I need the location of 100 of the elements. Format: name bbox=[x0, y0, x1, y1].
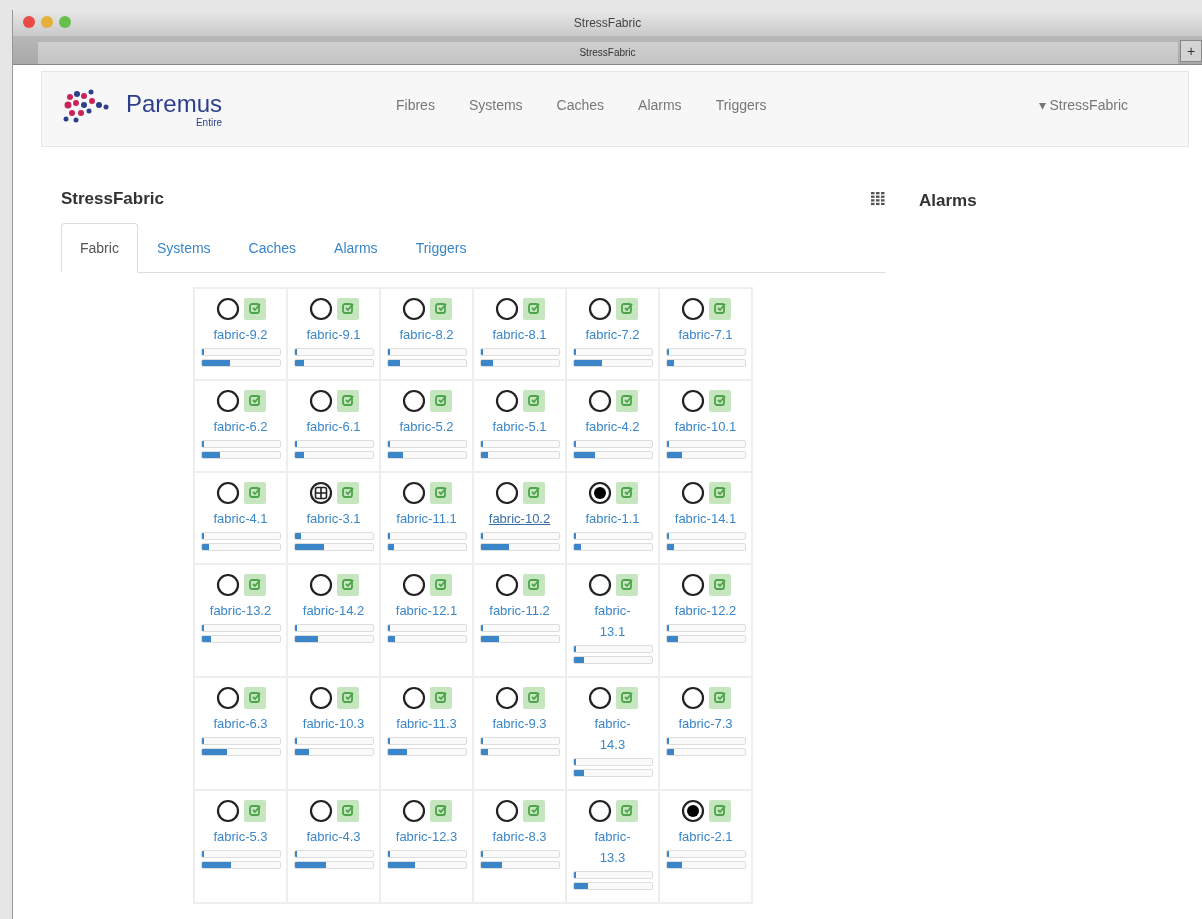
edit-icon[interactable] bbox=[522, 390, 545, 412]
edit-icon[interactable] bbox=[243, 687, 266, 709]
node-link[interactable]: fabric-2.1 bbox=[678, 826, 733, 847]
edit-icon[interactable] bbox=[429, 574, 452, 596]
node-link[interactable]: fabric-13.1 bbox=[583, 600, 642, 642]
edit-icon[interactable] bbox=[522, 574, 545, 596]
node-link[interactable]: fabric-4.2 bbox=[585, 416, 640, 437]
edit-icon[interactable] bbox=[522, 687, 545, 709]
node-link[interactable]: fabric-5.1 bbox=[492, 416, 547, 437]
node-link[interactable]: fabric-1.1 bbox=[585, 508, 640, 529]
node-link[interactable]: fabric-7.2 bbox=[585, 324, 640, 345]
edit-icon[interactable] bbox=[243, 574, 266, 596]
close-icon[interactable] bbox=[23, 16, 35, 28]
zoom-icon[interactable] bbox=[59, 16, 71, 28]
edit-icon[interactable] bbox=[429, 390, 452, 412]
edit-icon[interactable] bbox=[522, 800, 545, 822]
node-link[interactable]: fabric-11.2 bbox=[489, 600, 550, 621]
edit-icon[interactable] bbox=[429, 800, 452, 822]
tab[interactable]: Caches bbox=[229, 223, 316, 273]
node-link[interactable]: fabric-7.3 bbox=[678, 713, 733, 734]
node-link[interactable]: fabric-4.1 bbox=[213, 508, 268, 529]
node-link[interactable]: fabric-11.3 bbox=[396, 713, 457, 734]
edit-icon[interactable] bbox=[615, 298, 638, 320]
node-link[interactable]: fabric-10.3 bbox=[302, 713, 365, 734]
node-link[interactable]: fabric-8.1 bbox=[492, 324, 547, 345]
edit-icon[interactable] bbox=[429, 687, 452, 709]
circle-icon bbox=[680, 297, 705, 321]
edit-icon[interactable] bbox=[615, 687, 638, 709]
node-link[interactable]: fabric-4.3 bbox=[306, 826, 361, 847]
nav-link[interactable]: Triggers bbox=[715, 97, 767, 113]
node-link[interactable]: fabric-9.1 bbox=[306, 324, 361, 345]
node-link[interactable]: fabric-14.3 bbox=[583, 713, 642, 755]
edit-icon[interactable] bbox=[336, 482, 359, 504]
node-link[interactable]: fabric-6.2 bbox=[213, 416, 268, 437]
edit-icon[interactable] bbox=[708, 574, 731, 596]
circle-icon bbox=[587, 799, 612, 823]
edit-icon[interactable] bbox=[615, 482, 638, 504]
node-link[interactable]: fabric-8.3 bbox=[492, 826, 547, 847]
node-link[interactable]: fabric-13.2 bbox=[209, 600, 272, 621]
edit-icon[interactable] bbox=[336, 800, 359, 822]
node-link[interactable]: fabric-9.3 bbox=[492, 713, 547, 734]
node-link[interactable]: fabric-5.2 bbox=[399, 416, 454, 437]
edit-icon[interactable] bbox=[429, 298, 452, 320]
node-link[interactable]: fabric-10.2 bbox=[488, 508, 551, 529]
edit-icon[interactable] bbox=[615, 390, 638, 412]
edit-icon[interactable] bbox=[243, 482, 266, 504]
user-menu[interactable]: ▾ StressFabric bbox=[1038, 97, 1128, 113]
browser-tab[interactable]: StressFabric bbox=[37, 42, 1178, 64]
node-link[interactable]: fabric-14.1 bbox=[674, 508, 737, 529]
node-link[interactable]: fabric-12.1 bbox=[395, 600, 458, 621]
nav-link[interactable]: Fibres bbox=[396, 97, 435, 113]
circle-icon bbox=[587, 389, 612, 413]
node-link[interactable]: fabric-5.3 bbox=[213, 826, 268, 847]
node-link[interactable]: fabric-12.2 bbox=[674, 600, 737, 621]
edit-icon[interactable] bbox=[708, 390, 731, 412]
node-link[interactable]: fabric-6.1 bbox=[306, 416, 361, 437]
circle-icon bbox=[401, 686, 426, 710]
tab[interactable]: Systems bbox=[137, 223, 230, 273]
grid-icon[interactable] bbox=[871, 192, 885, 206]
edit-icon[interactable] bbox=[336, 687, 359, 709]
circle-icon bbox=[308, 686, 333, 710]
circle-icon bbox=[215, 573, 240, 597]
edit-icon[interactable] bbox=[336, 390, 359, 412]
circle-icon bbox=[494, 389, 519, 413]
node-link[interactable]: fabric-3.1 bbox=[306, 508, 361, 529]
node-link[interactable]: fabric-8.2 bbox=[399, 324, 454, 345]
node-link[interactable]: fabric-10.1 bbox=[674, 416, 737, 437]
circle-icon bbox=[494, 573, 519, 597]
edit-icon[interactable] bbox=[708, 800, 731, 822]
circle-icon bbox=[680, 686, 705, 710]
edit-icon[interactable] bbox=[615, 800, 638, 822]
edit-icon[interactable] bbox=[243, 390, 266, 412]
nav-link[interactable]: Alarms bbox=[638, 97, 682, 113]
edit-icon[interactable] bbox=[336, 298, 359, 320]
nav-link[interactable]: Systems bbox=[468, 97, 523, 113]
edit-icon[interactable] bbox=[243, 298, 266, 320]
tab[interactable]: Fabric bbox=[61, 223, 138, 273]
brand-name[interactable]: Paremus bbox=[126, 90, 223, 117]
edit-icon[interactable] bbox=[336, 574, 359, 596]
edit-icon[interactable] bbox=[522, 298, 545, 320]
nav-link[interactable]: Caches bbox=[556, 97, 605, 113]
edit-icon[interactable] bbox=[243, 800, 266, 822]
new-tab-button[interactable]: + bbox=[1180, 40, 1202, 62]
edit-icon[interactable] bbox=[708, 298, 731, 320]
node-link[interactable]: fabric-6.3 bbox=[213, 713, 268, 734]
edit-icon[interactable] bbox=[708, 482, 731, 504]
edit-icon[interactable] bbox=[615, 574, 638, 596]
node-link[interactable]: fabric-9.2 bbox=[213, 324, 268, 345]
tab[interactable]: Alarms bbox=[315, 223, 397, 273]
window-title: StressFabric bbox=[573, 16, 642, 30]
tab[interactable]: Triggers bbox=[396, 223, 486, 273]
edit-icon[interactable] bbox=[429, 482, 452, 504]
node-link[interactable]: fabric-7.1 bbox=[678, 324, 733, 345]
node-link[interactable]: fabric-14.2 bbox=[302, 600, 365, 621]
edit-icon[interactable] bbox=[708, 687, 731, 709]
circle-icon bbox=[308, 389, 333, 413]
node-link[interactable]: fabric-13.3 bbox=[583, 826, 642, 868]
node-link[interactable]: fabric-11.1 bbox=[396, 508, 457, 529]
edit-icon[interactable] bbox=[522, 482, 545, 504]
node-link[interactable]: fabric-12.3 bbox=[395, 826, 458, 847]
